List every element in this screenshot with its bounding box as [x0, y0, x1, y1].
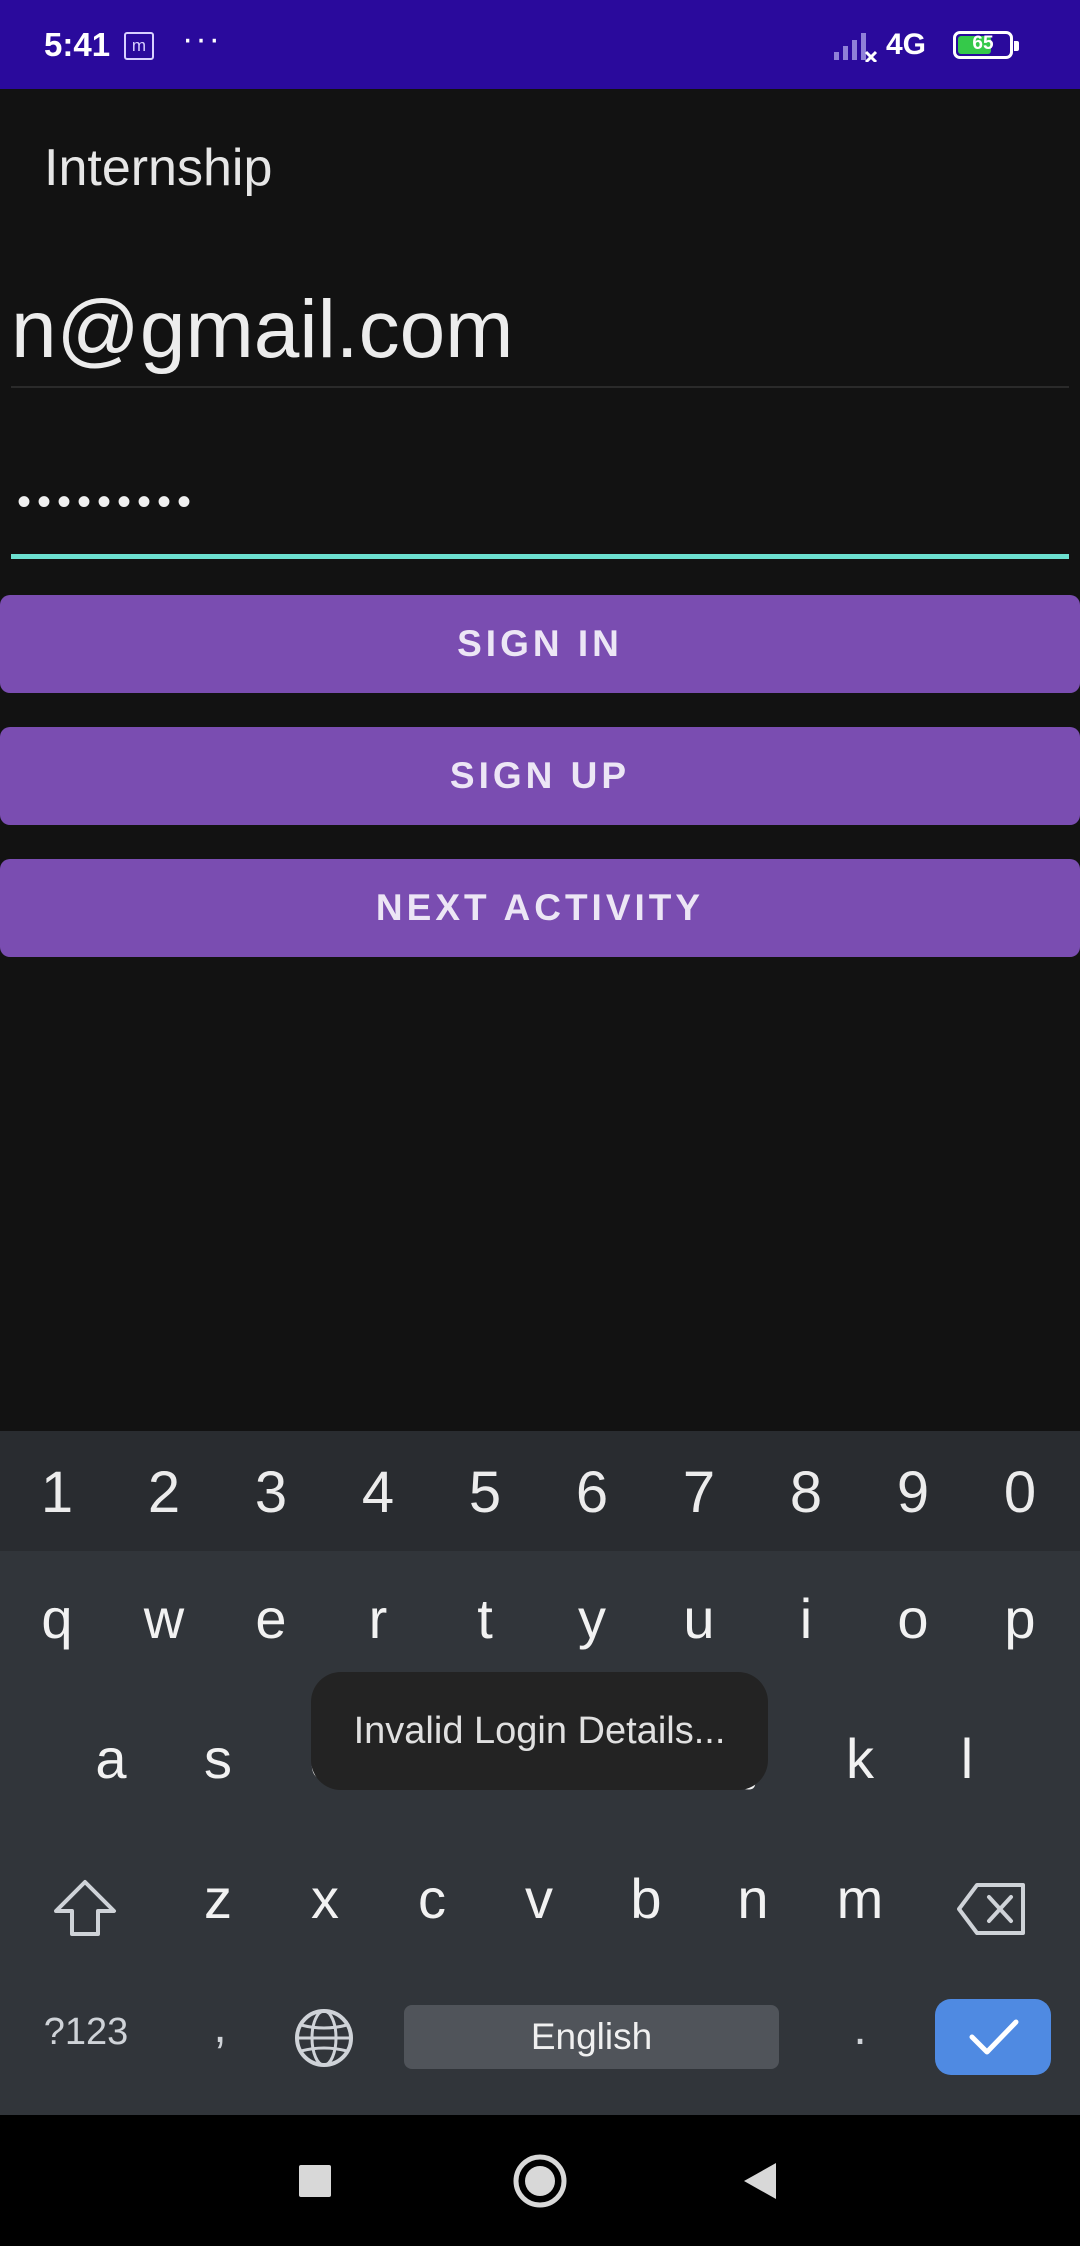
done-key[interactable]: [935, 1999, 1051, 2075]
signal-icon: [834, 33, 878, 62]
key-p[interactable]: p: [970, 1586, 1070, 1651]
comma-key[interactable]: ,: [170, 1999, 270, 2054]
backspace-key-icon[interactable]: [955, 1881, 1029, 1937]
next-activity-button[interactable]: NEXT ACTIVITY: [0, 859, 1080, 957]
key-e[interactable]: e: [221, 1586, 321, 1651]
key-k[interactable]: k: [810, 1726, 910, 1791]
period-key[interactable]: .: [810, 2001, 910, 2056]
recents-icon[interactable]: [298, 2164, 332, 2198]
key-c[interactable]: c: [382, 1866, 482, 1931]
key-4[interactable]: 4: [328, 1459, 428, 1526]
key-n[interactable]: n: [703, 1866, 803, 1931]
app-title: Internship: [44, 139, 273, 197]
key-2[interactable]: 2: [114, 1459, 214, 1526]
key-y[interactable]: y: [542, 1586, 642, 1651]
key-a[interactable]: a: [61, 1726, 161, 1791]
key-t[interactable]: t: [435, 1586, 535, 1651]
key-z[interactable]: z: [168, 1866, 268, 1931]
status-time: 5:41: [44, 26, 111, 63]
key-0[interactable]: 0: [970, 1459, 1070, 1526]
globe-icon[interactable]: [292, 2006, 356, 2070]
check-icon: [969, 2019, 1019, 2055]
toast-message: Invalid Login Details...: [311, 1672, 768, 1790]
key-w[interactable]: w: [114, 1586, 214, 1651]
key-l[interactable]: l: [917, 1726, 1017, 1791]
network-type: 4G: [886, 28, 927, 61]
sign-in-button[interactable]: SIGN IN: [0, 595, 1080, 693]
key-8[interactable]: 8: [756, 1459, 856, 1526]
key-3[interactable]: 3: [221, 1459, 321, 1526]
space-key[interactable]: English: [404, 2005, 779, 2069]
battery-level: 65: [972, 33, 994, 54]
email-field[interactable]: n@gmail.com: [11, 280, 1069, 388]
notification-m-icon: m: [124, 32, 154, 60]
key-q[interactable]: q: [7, 1586, 107, 1651]
key-6[interactable]: 6: [542, 1459, 642, 1526]
key-i[interactable]: i: [756, 1586, 856, 1651]
key-1[interactable]: 1: [7, 1459, 107, 1526]
symbols-key[interactable]: ?123: [36, 2011, 136, 2054]
number-row: 1 2 3 4 5 6 7 8 9 0: [0, 1431, 1080, 1551]
navigation-bar: [0, 2115, 1080, 2246]
password-mask: •••••••••: [17, 480, 198, 524]
sign-up-button[interactable]: SIGN UP: [0, 727, 1080, 825]
shift-key-icon[interactable]: [52, 1878, 118, 1940]
back-icon[interactable]: [742, 2161, 778, 2201]
more-notifications-icon: ···: [182, 20, 222, 58]
key-x[interactable]: x: [275, 1866, 375, 1931]
key-5[interactable]: 5: [435, 1459, 535, 1526]
password-field[interactable]: •••••••••: [11, 452, 1069, 559]
key-v[interactable]: v: [489, 1866, 589, 1931]
key-7[interactable]: 7: [649, 1459, 749, 1526]
key-o[interactable]: o: [863, 1586, 963, 1651]
status-bar: 5:41 m ··· 4G 65: [0, 0, 1080, 89]
battery-icon: 65: [953, 31, 1019, 59]
home-icon[interactable]: [512, 2153, 568, 2209]
key-m[interactable]: m: [810, 1866, 910, 1931]
key-s[interactable]: s: [168, 1726, 268, 1791]
key-b[interactable]: b: [596, 1866, 696, 1931]
key-r[interactable]: r: [328, 1586, 428, 1651]
key-u[interactable]: u: [649, 1586, 749, 1651]
key-9[interactable]: 9: [863, 1459, 963, 1526]
